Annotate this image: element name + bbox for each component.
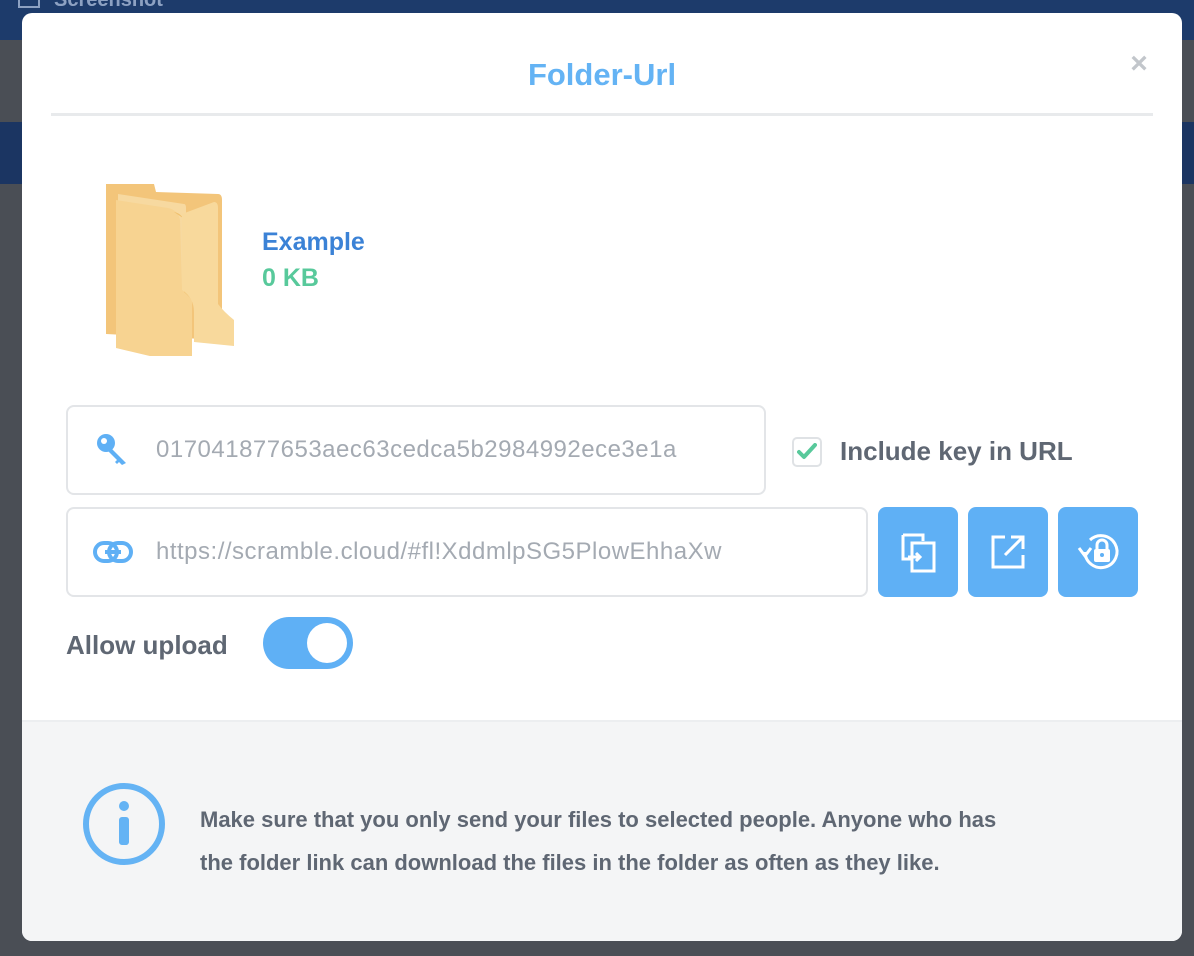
copy-icon: [901, 533, 936, 573]
info-line-1: Make sure that you only send your files …: [200, 807, 997, 832]
info-footer: Make sure that you only send your files …: [22, 720, 1182, 941]
toggle-knob[interactable]: [307, 623, 347, 663]
key-icon: [90, 432, 136, 468]
external-link-icon: [991, 535, 1025, 569]
header-divider: [51, 113, 1153, 116]
allow-upload-label: Allow upload: [66, 630, 228, 660]
url-field[interactable]: https://scramble.cloud/#fl!XddmlpSG5Plow…: [66, 507, 868, 597]
copy-url-button[interactable]: [878, 507, 958, 597]
app-title: Screenshot: [54, 0, 163, 12]
allow-upload-toggle[interactable]: [263, 617, 353, 669]
folder-icon: [106, 184, 234, 356]
close-button[interactable]: ×: [1126, 49, 1152, 79]
app-logo-icon: [18, 0, 40, 8]
info-icon: [83, 783, 165, 865]
folder-url-modal: Folder-Url × Example 0 KB 017041877653ae…: [22, 13, 1182, 941]
modal-title: Folder-Url: [527, 57, 677, 92]
key-field[interactable]: 017041877653aec63cedca5b2984992ece3e1a: [66, 405, 766, 495]
include-key-checkbox[interactable]: Include key in URL: [792, 436, 1073, 467]
file-size: 0 KB: [262, 264, 319, 292]
app-title-area: Screenshot: [18, 0, 163, 12]
include-key-label: Include key in URL: [840, 436, 1073, 466]
url-value[interactable]: https://scramble.cloud/#fl!XddmlpSG5Plow…: [156, 538, 844, 566]
lock-reset-icon: [1077, 534, 1119, 570]
close-icon[interactable]: ×: [1130, 47, 1148, 80]
info-line-2: the folder link can download the files i…: [200, 850, 940, 875]
info-message: Make sure that you only send your files …: [200, 798, 1150, 884]
key-value[interactable]: 017041877653aec63cedca5b2984992ece3e1a: [156, 436, 742, 464]
link-icon: [90, 540, 136, 564]
check-icon: [797, 442, 817, 459]
reset-key-button[interactable]: [1058, 507, 1138, 597]
file-name: Example: [262, 228, 365, 256]
open-url-button[interactable]: [968, 507, 1048, 597]
checkbox-box[interactable]: [792, 436, 822, 467]
